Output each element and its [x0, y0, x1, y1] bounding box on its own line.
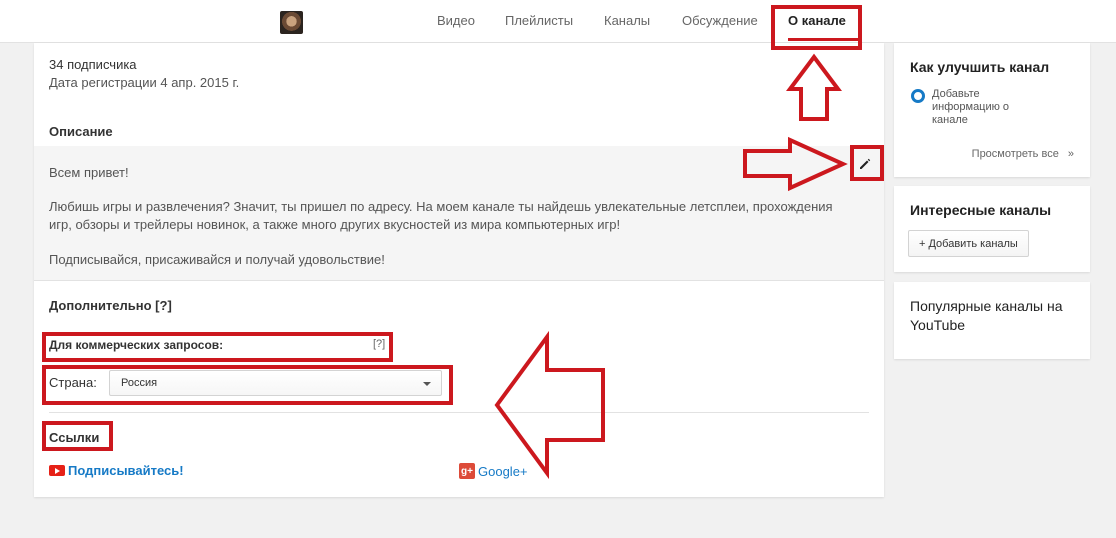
description-line: Всем привет! — [49, 165, 129, 180]
tab-videos[interactable]: Видео — [437, 13, 475, 28]
popular-channels-card: Популярные каналы на YouTube — [894, 282, 1090, 359]
highlight-about-tab — [771, 5, 862, 50]
description-line: Подписывайся, присаживайся и получай удо… — [49, 252, 385, 267]
improve-channel-card: Как улучшить канал Добавьте информацию о… — [894, 43, 1090, 177]
description-heading: Описание — [49, 124, 113, 139]
google-plus-link-label: Google+ — [478, 463, 528, 479]
highlight-business-field — [42, 332, 393, 362]
channel-nav-bar: Видео Плейлисты Каналы Обсуждение О кана… — [0, 0, 1116, 43]
google-plus-icon: g+ — [459, 463, 475, 479]
interesting-channels-card: Интересные каналы + Добавить каналы — [894, 186, 1090, 272]
section-divider — [49, 412, 869, 413]
highlight-links-heading — [42, 421, 113, 451]
subscribe-link-label: Подписывайтесь! — [68, 463, 184, 478]
subscribe-link[interactable]: Подписывайтесь! — [49, 463, 184, 478]
description-box[interactable]: Всем привет! Любишь игры и развлечения? … — [34, 146, 884, 281]
registration-date: Дата регистрации 4 апр. 2015 г. — [49, 75, 240, 90]
highlight-edit-button — [850, 145, 884, 181]
add-channels-button[interactable]: + Добавить каналы — [908, 230, 1029, 257]
progress-ring-icon — [911, 89, 925, 103]
improve-tip[interactable]: Добавьте информацию о канале — [932, 88, 1032, 127]
interesting-channels-title: Интересные каналы — [910, 202, 1052, 218]
google-plus-link[interactable]: g+ Google+ — [459, 463, 528, 479]
double-chevron-icon: » — [1067, 148, 1074, 160]
description-line: игр, обзоры и трейлеры новинок, а также … — [49, 217, 621, 232]
description-line: Любишь игры и развлечения? Значит, ты пр… — [49, 199, 833, 214]
tab-playlists[interactable]: Плейлисты — [505, 13, 573, 28]
tab-channels[interactable]: Каналы — [604, 13, 650, 28]
improve-channel-title: Как улучшить канал — [910, 59, 1050, 75]
youtube-icon — [49, 465, 65, 476]
subscriber-count: 34 подписчика — [49, 57, 137, 72]
view-all-link[interactable]: Просмотреть все » — [972, 148, 1074, 160]
channel-avatar[interactable] — [280, 11, 303, 34]
popular-channels-title[interactable]: Популярные каналы на YouTube — [910, 297, 1080, 335]
view-all-label: Просмотреть все — [971, 148, 1059, 160]
tab-discussion[interactable]: Обсуждение — [682, 13, 758, 28]
about-card: 34 подписчика Дата регистрации 4 апр. 20… — [34, 43, 884, 497]
additional-heading: Дополнительно [?] — [49, 298, 172, 313]
highlight-country-field — [42, 365, 453, 405]
